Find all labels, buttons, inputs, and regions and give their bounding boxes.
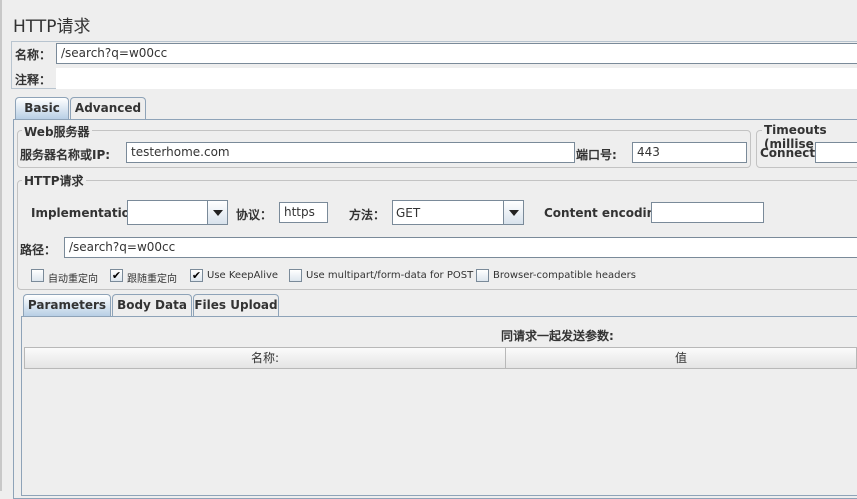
method-select[interactable]: GET [392,200,524,225]
follow-redirect-label: 跟随重定向 [127,274,177,285]
implementation-select[interactable] [127,200,228,225]
server-host-label: 服务器名称或IP: [20,148,111,162]
multipart-checkbox[interactable] [289,269,302,282]
tab-basic[interactable]: Basic [15,97,69,119]
window-left-edge [0,0,2,491]
name-field[interactable]: /search?q=w00cc [56,43,857,64]
comment-field[interactable] [56,68,857,89]
content-encoding-label: Content encoding: [544,206,669,220]
auto-redirect-label: 自动重定向 [48,274,98,285]
params-table-body[interactable] [24,369,857,491]
tab-body-data[interactable]: Body Data [112,294,192,316]
protocol-label: 协议： [236,208,273,222]
params-table-caption: 同请求一起发送参数: [501,329,614,343]
name-label: 名称： [15,48,52,62]
chevron-down-icon[interactable] [207,201,227,224]
keepalive-checkbox[interactable]: ✔ [190,269,203,282]
tab-parameters[interactable]: Parameters [23,294,111,316]
tab-advanced[interactable]: Advanced [70,97,146,119]
method-value: GET [396,206,421,220]
tab-files-upload[interactable]: Files Upload [193,294,279,316]
path-label: 路径： [20,243,57,257]
column-header-name[interactable]: 名称: [24,347,506,369]
keepalive-label: Use KeepAlive [207,270,279,281]
server-host-field[interactable]: testerhome.com [126,142,575,163]
page-title: HTTP请求 [13,17,91,37]
web-server-legend: Web服务器 [22,123,92,140]
follow-redirect-checkbox[interactable]: ✔ [110,269,123,282]
port-label: 端口号: [576,148,617,162]
http-request-legend: HTTP请求 [22,172,86,189]
path-field[interactable]: /search?q=w00cc [64,237,857,258]
protocol-field[interactable]: https [279,202,328,223]
multipart-label: Use multipart/form-data for POST [306,270,474,281]
connect-timeout-field[interactable] [815,142,857,163]
auto-redirect-checkbox[interactable] [31,269,44,282]
method-label: 方法： [349,208,386,222]
check-icon: ✔ [191,269,202,282]
browser-compatible-checkbox[interactable] [476,269,489,282]
chevron-down-icon[interactable] [503,201,523,224]
browser-compatible-label: Browser-compatible headers [493,270,636,281]
comment-label: 注释： [15,73,52,87]
content-encoding-field[interactable] [651,202,764,223]
column-header-value[interactable]: 值 [505,347,857,369]
connect-label: Connect: [760,146,820,160]
port-field[interactable]: 443 [632,142,747,163]
check-icon: ✔ [111,269,122,282]
